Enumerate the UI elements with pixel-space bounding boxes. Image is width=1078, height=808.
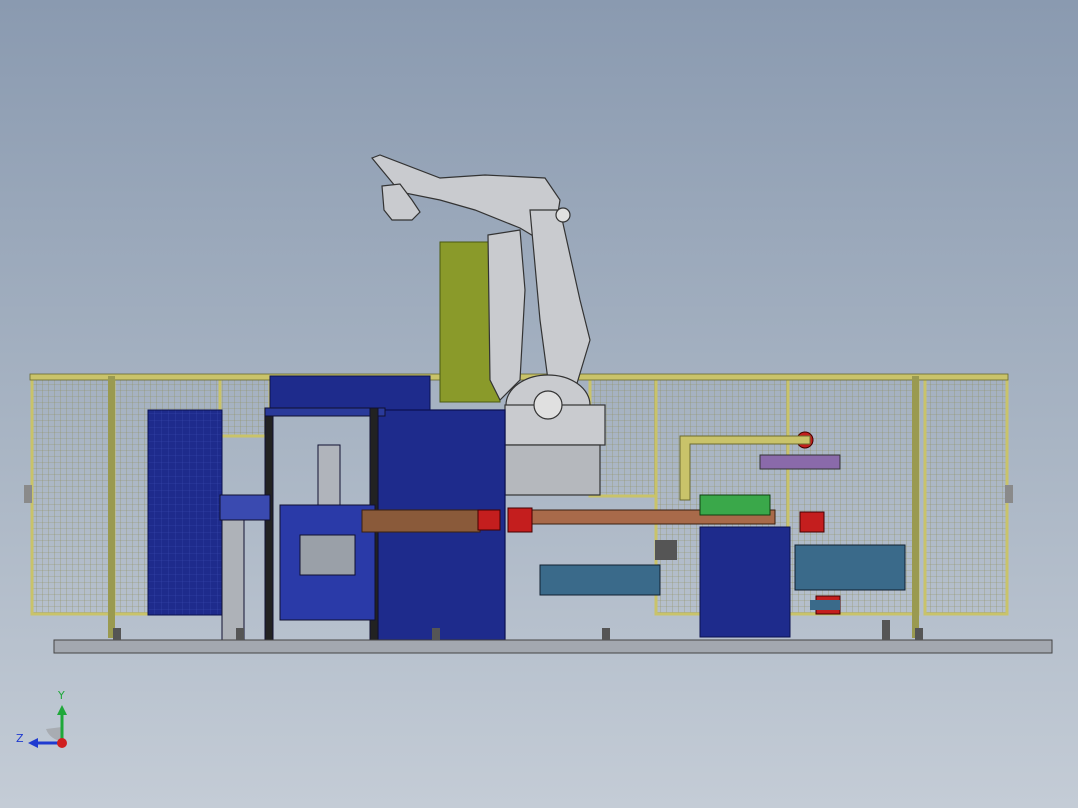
base-plate xyxy=(53,639,1053,654)
z-axis-arrow-icon xyxy=(28,738,38,748)
brown-beam xyxy=(361,509,481,533)
cad-viewport[interactable]: Y Z xyxy=(0,0,1078,808)
machine-frame xyxy=(219,407,386,641)
coordinate-triad[interactable] xyxy=(14,685,94,765)
y-axis-label: Y xyxy=(58,689,65,702)
x-axis-dot-icon xyxy=(57,738,67,748)
y-axis-arrow-icon xyxy=(57,705,67,715)
z-axis-label: Z xyxy=(16,732,24,745)
assembly-drawing[interactable] xyxy=(0,0,1078,808)
